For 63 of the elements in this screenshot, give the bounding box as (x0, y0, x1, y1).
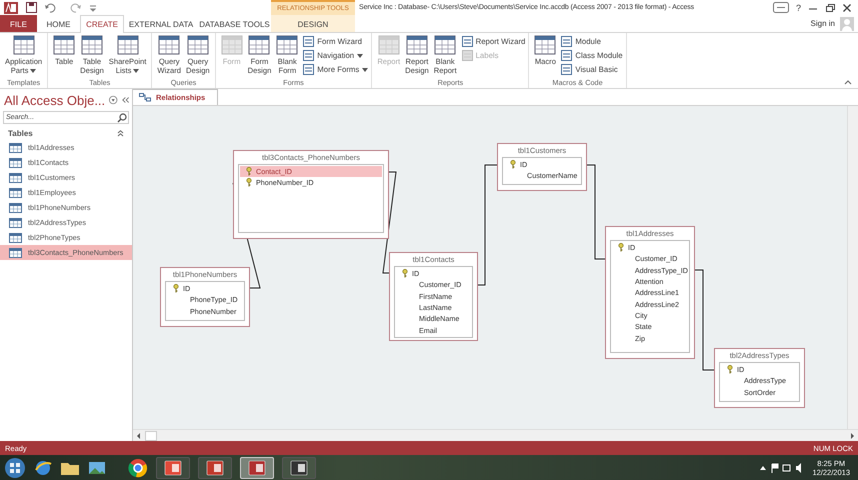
list-icon (561, 50, 572, 61)
table-icon (9, 218, 22, 228)
grid-icon (12, 35, 35, 55)
list-icon (303, 64, 314, 75)
close-icon[interactable] (842, 2, 852, 12)
dropdown-icon[interactable] (109, 95, 118, 105)
customize-toolbar-icon[interactable] (89, 4, 97, 12)
help-button[interactable]: ? (796, 2, 801, 12)
app-icon (206, 460, 224, 476)
restore-icon[interactable] (825, 2, 835, 12)
scroll-thumb[interactable] (145, 430, 157, 440)
sign-in-link[interactable]: Sign in (810, 19, 835, 28)
list-icon (303, 50, 314, 61)
grid-icon (534, 35, 556, 55)
grid-icon (158, 35, 180, 55)
table-icon (9, 188, 22, 198)
grid-icon (378, 35, 400, 55)
section-header: Tables (8, 128, 33, 138)
grid-icon (116, 35, 139, 55)
ribbon-display-icon[interactable] (772, 2, 789, 13)
list-icon (462, 50, 473, 61)
list-icon (561, 36, 572, 47)
grid-icon (53, 35, 76, 55)
grid-icon (434, 35, 456, 55)
collapse-ribbon-icon[interactable] (844, 79, 852, 85)
taskbar-app-icon[interactable] (282, 456, 316, 478)
collapse-pane-icon[interactable] (122, 96, 129, 104)
grid-icon (406, 35, 428, 55)
app-icon (248, 460, 266, 476)
table-icon (9, 232, 22, 242)
list-icon (561, 64, 572, 75)
grid-icon (276, 35, 298, 55)
taskbar-app-icon[interactable] (156, 456, 190, 478)
list-icon (462, 36, 473, 47)
chrome-icon[interactable] (128, 458, 148, 478)
relationships-icon (139, 93, 151, 102)
browser-icon[interactable] (34, 458, 52, 476)
ribbon-tab[interactable]: DESIGN (271, 15, 355, 32)
grid-icon (186, 35, 209, 55)
save-icon[interactable] (26, 2, 37, 13)
app-icon (164, 460, 182, 476)
ribbon-tab[interactable]: FILE (0, 15, 37, 32)
ribbon-tab[interactable]: CREATE (80, 15, 124, 33)
ribbon-tab[interactable]: HOME (37, 15, 80, 32)
horizontal-scrollbar[interactable] (133, 429, 858, 441)
navigation-pane-title: All Access Obje... (4, 92, 106, 108)
grid-icon (220, 35, 243, 55)
table-icon (9, 158, 22, 168)
grid-icon (80, 35, 103, 55)
image-icon[interactable] (88, 460, 106, 476)
ribbon-tab[interactable]: DATABASE TOOLS (198, 15, 271, 32)
table-icon (9, 248, 22, 258)
table-icon (9, 202, 22, 212)
table-icon (9, 172, 22, 182)
ribbon-tab[interactable]: EXTERNAL DATA (124, 15, 198, 32)
table-icon (9, 142, 22, 152)
collapse-section-icon[interactable] (117, 130, 124, 136)
app-icon (290, 460, 308, 476)
list-icon (303, 36, 314, 47)
vertical-scrollbar[interactable] (847, 106, 858, 429)
taskbar-app-icon[interactable] (198, 456, 232, 478)
start-button-icon[interactable] (4, 456, 26, 478)
grid-icon (248, 35, 270, 55)
